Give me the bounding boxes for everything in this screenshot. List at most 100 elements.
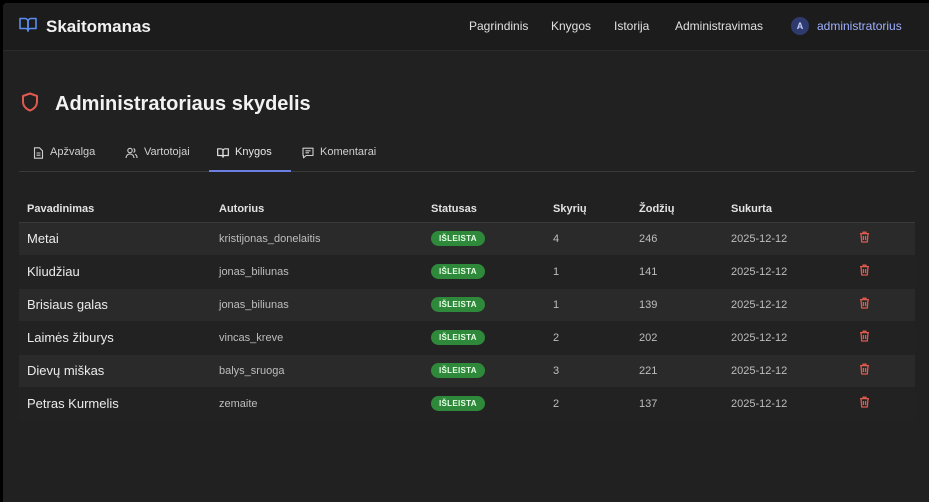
- words-count: 137: [631, 387, 723, 421]
- actions-cell: [851, 321, 915, 355]
- nav-link-istorija[interactable]: Istorija: [614, 19, 649, 33]
- brand-name: Skaitomanas: [46, 16, 151, 36]
- trash-icon: [859, 330, 870, 345]
- chapters-count: 4: [545, 222, 631, 256]
- trash-icon: [859, 297, 870, 312]
- delete-button[interactable]: [859, 396, 870, 411]
- shield-icon: [21, 92, 39, 117]
- nav-link-administravimas[interactable]: Administravimas: [675, 19, 763, 33]
- status-cell: IŠLEISTA: [423, 354, 545, 388]
- words-count: 202: [631, 321, 723, 355]
- tab-vartotojai[interactable]: Vartotojai: [125, 146, 190, 172]
- status-cell: IŠLEISTA: [423, 255, 545, 289]
- book-author: balys_sruoga: [211, 354, 423, 388]
- trash-icon: [859, 396, 870, 411]
- brand-link[interactable]: Skaitomanas: [19, 16, 151, 37]
- actions-cell: [851, 354, 915, 388]
- delete-button[interactable]: [859, 264, 870, 279]
- column-header-status: Statusas: [423, 196, 545, 223]
- nav-link-pagrindinis[interactable]: Pagrindinis: [469, 19, 528, 33]
- chapters-count: 1: [545, 255, 631, 289]
- column-header-actions: [851, 196, 915, 223]
- trash-icon: [859, 231, 870, 246]
- document-icon: [33, 147, 44, 159]
- column-header-created: Sukurta: [723, 196, 851, 223]
- status-badge: IŠLEISTA: [431, 231, 485, 246]
- status-badge: IŠLEISTA: [431, 297, 485, 312]
- created-date: 2025-12-12: [723, 321, 851, 355]
- avatar: A: [791, 17, 809, 35]
- delete-button[interactable]: [859, 363, 870, 378]
- chapters-count: 2: [545, 321, 631, 355]
- table-row[interactable]: Metai kristijonas_donelaitis IŠLEISTA 4 246 2…: [19, 222, 915, 256]
- words-count: 246: [631, 222, 723, 256]
- actions-cell: [851, 387, 915, 421]
- users-icon: [125, 147, 138, 159]
- column-header-title: Pavadinimas: [19, 196, 211, 223]
- table-row[interactable]: Petras Kurmelis zemaite IŠLEISTA 2 137 2025-1…: [19, 387, 915, 421]
- tab-knygos[interactable]: Knygos: [209, 146, 291, 172]
- chapters-count: 3: [545, 354, 631, 388]
- book-title[interactable]: Petras Kurmelis: [19, 387, 211, 421]
- words-count: 139: [631, 288, 723, 322]
- nav-link-knygos[interactable]: Knygos: [551, 19, 591, 33]
- app-window: Skaitomanas Pagrindinis Knygos Istorija …: [3, 3, 929, 502]
- username-label: administratorius: [817, 19, 902, 33]
- tab-label: Vartotojai: [144, 146, 190, 158]
- words-count: 221: [631, 354, 723, 388]
- created-date: 2025-12-12: [723, 354, 851, 388]
- created-date: 2025-12-12: [723, 288, 851, 322]
- book-title[interactable]: Kliudžiau: [19, 255, 211, 289]
- column-header-words: Žodžių: [631, 196, 723, 223]
- comment-icon: [302, 147, 314, 159]
- column-header-chapters: Skyrių: [545, 196, 631, 223]
- table-row[interactable]: Kliudžiau jonas_biliunas IŠLEISTA 1 141 2025-…: [19, 255, 915, 289]
- book-author: jonas_biliunas: [211, 255, 423, 289]
- created-date: 2025-12-12: [723, 387, 851, 421]
- tab-bar: Apžvalga Vartotojai Knygos Komentarai: [19, 142, 915, 172]
- top-navbar: Skaitomanas Pagrindinis Knygos Istorija …: [3, 3, 929, 51]
- book-title[interactable]: Dievų miškas: [19, 354, 211, 388]
- status-badge: IŠLEISTA: [431, 396, 485, 411]
- status-cell: IŠLEISTA: [423, 222, 545, 256]
- tab-komentarai[interactable]: Komentarai: [302, 146, 376, 172]
- delete-button[interactable]: [859, 330, 870, 345]
- table-header-row: Pavadinimas Autorius Statusas Skyrių Žod…: [19, 196, 915, 223]
- trash-icon: [859, 363, 870, 378]
- table-row[interactable]: Dievų miškas balys_sruoga IŠLEISTA 3 221 2025…: [19, 354, 915, 388]
- chapters-count: 2: [545, 387, 631, 421]
- book-title[interactable]: Metai: [19, 222, 211, 256]
- page-header: Administratoriaus skydelis: [21, 92, 311, 117]
- table-row[interactable]: Laimės žiburys vincas_kreve IŠLEISTA 2 202 20…: [19, 321, 915, 355]
- delete-button[interactable]: [859, 231, 870, 246]
- tab-apzvalga[interactable]: Apžvalga: [33, 146, 95, 172]
- book-author: kristijonas_donelaitis: [211, 222, 423, 256]
- book-author: jonas_biliunas: [211, 288, 423, 322]
- actions-cell: [851, 255, 915, 289]
- status-cell: IŠLEISTA: [423, 387, 545, 421]
- tab-label: Knygos: [235, 146, 272, 158]
- status-cell: IŠLEISTA: [423, 321, 545, 355]
- created-date: 2025-12-12: [723, 255, 851, 289]
- page-title: Administratoriaus skydelis: [55, 93, 311, 115]
- tab-label: Apžvalga: [50, 146, 96, 158]
- actions-cell: [851, 288, 915, 322]
- actions-cell: [851, 222, 915, 256]
- status-badge: IŠLEISTA: [431, 363, 485, 378]
- books-table: Pavadinimas Autorius Statusas Skyrių Žod…: [19, 196, 915, 421]
- status-badge: IŠLEISTA: [431, 264, 485, 279]
- book-icon: [217, 148, 229, 158]
- status-cell: IŠLEISTA: [423, 288, 545, 322]
- status-badge: IŠLEISTA: [431, 330, 485, 345]
- table-row[interactable]: Brisiaus galas jonas_biliunas IŠLEISTA 1 139…: [19, 288, 915, 322]
- book-title[interactable]: Brisiaus galas: [19, 288, 211, 322]
- delete-button[interactable]: [859, 297, 870, 312]
- book-title[interactable]: Laimės žiburys: [19, 321, 211, 355]
- column-header-author: Autorius: [211, 196, 423, 223]
- created-date: 2025-12-12: [723, 222, 851, 256]
- chapters-count: 1: [545, 288, 631, 322]
- book-author: zemaite: [211, 387, 423, 421]
- user-menu[interactable]: A administratorius: [791, 17, 902, 35]
- book-icon: [19, 16, 37, 37]
- trash-icon: [859, 264, 870, 279]
